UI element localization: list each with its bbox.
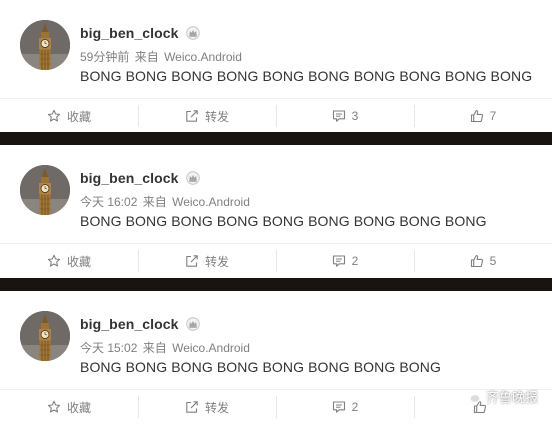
avatar[interactable] [20, 165, 70, 215]
comment-icon [332, 254, 346, 268]
share-icon [185, 109, 199, 123]
favorite-button[interactable]: 收藏 [0, 244, 138, 278]
repost-label: 转发 [204, 109, 229, 124]
crown-badge-icon[interactable] [186, 171, 200, 185]
post-header: big_ben_clock [80, 169, 200, 187]
favorite-button[interactable]: 收藏 [0, 99, 138, 133]
favorite-label: 收藏 [66, 109, 91, 124]
username[interactable]: big_ben_clock [80, 170, 179, 186]
favorite-label: 收藏 [66, 400, 91, 415]
repost-button[interactable]: 转发 [138, 99, 276, 133]
post-time[interactable]: 今天 15:02 [80, 341, 137, 355]
watermark: 齐鲁晚报 [463, 387, 538, 406]
star-icon [47, 400, 61, 414]
crown-badge-icon[interactable] [186, 317, 200, 331]
action-bar: 收藏 转发 2 5 [0, 243, 552, 278]
repost-button[interactable]: 转发 [138, 244, 276, 278]
repost-label: 转发 [204, 400, 229, 415]
post-time[interactable]: 59分钟前 [80, 50, 129, 64]
crown-badge-icon[interactable] [186, 26, 200, 40]
like-button[interactable]: 7 [414, 99, 552, 133]
watermark-text: 齐鲁晚报 [485, 390, 538, 405]
post-header: big_ben_clock [80, 24, 200, 42]
username[interactable]: big_ben_clock [80, 316, 179, 332]
action-bar: 收藏 转发 3 7 [0, 98, 552, 133]
repost-button[interactable]: 转发 [138, 390, 276, 424]
post-meta: 今天 16:02 来自 Weico.Android [80, 193, 250, 210]
post-time[interactable]: 今天 16:02 [80, 195, 137, 209]
post-meta: 59分钟前 来自 Weico.Android [80, 48, 242, 65]
avatar[interactable] [20, 20, 70, 70]
via-label: 来自 [142, 195, 167, 209]
comment-button[interactable]: 3 [276, 99, 414, 133]
post-text: BONG BONG BONG BONG BONG BONG BONG BONG … [80, 213, 487, 229]
repost-label: 转发 [204, 254, 229, 269]
thumbs-up-icon [470, 254, 484, 268]
big-ben-avatar-icon [20, 311, 70, 361]
weibo-post: big_ben_clock 今天 15:02 来自 Weico.Android … [0, 291, 552, 424]
like-count: 7 [489, 109, 497, 123]
comment-button[interactable]: 2 [276, 244, 414, 278]
comment-button[interactable]: 2 [276, 390, 414, 424]
comment-count: 3 [351, 109, 359, 123]
big-ben-avatar-icon [20, 20, 70, 70]
post-source[interactable]: Weico.Android [172, 195, 250, 209]
comment-count: 2 [351, 254, 359, 268]
post-header: big_ben_clock [80, 315, 200, 333]
via-label: 来自 [134, 50, 159, 64]
post-meta: 今天 15:02 来自 Weico.Android [80, 339, 250, 356]
via-label: 来自 [142, 341, 167, 355]
share-icon [185, 400, 199, 414]
big-ben-avatar-icon [20, 165, 70, 215]
comment-count: 2 [351, 400, 359, 414]
share-icon [185, 254, 199, 268]
post-text: BONG BONG BONG BONG BONG BONG BONG BONG [80, 359, 441, 375]
weibo-post: big_ben_clock 今天 16:02 来自 Weico.Android … [0, 145, 552, 278]
favorite-label: 收藏 [66, 254, 91, 269]
avatar[interactable] [20, 311, 70, 361]
favorite-button[interactable]: 收藏 [0, 390, 138, 424]
comment-icon [332, 400, 346, 414]
post-source[interactable]: Weico.Android [164, 50, 242, 64]
comment-icon [332, 109, 346, 123]
wechat-icon [463, 390, 481, 404]
star-icon [47, 109, 61, 123]
username[interactable]: big_ben_clock [80, 25, 179, 41]
like-count: 5 [489, 254, 497, 268]
star-icon [47, 254, 61, 268]
post-text: BONG BONG BONG BONG BONG BONG BONG BONG … [80, 68, 533, 84]
post-source[interactable]: Weico.Android [172, 341, 250, 355]
like-button[interactable]: 5 [414, 244, 552, 278]
weibo-post: big_ben_clock 59分钟前 来自 Weico.Android BON… [0, 0, 552, 132]
thumbs-up-icon [470, 109, 484, 123]
